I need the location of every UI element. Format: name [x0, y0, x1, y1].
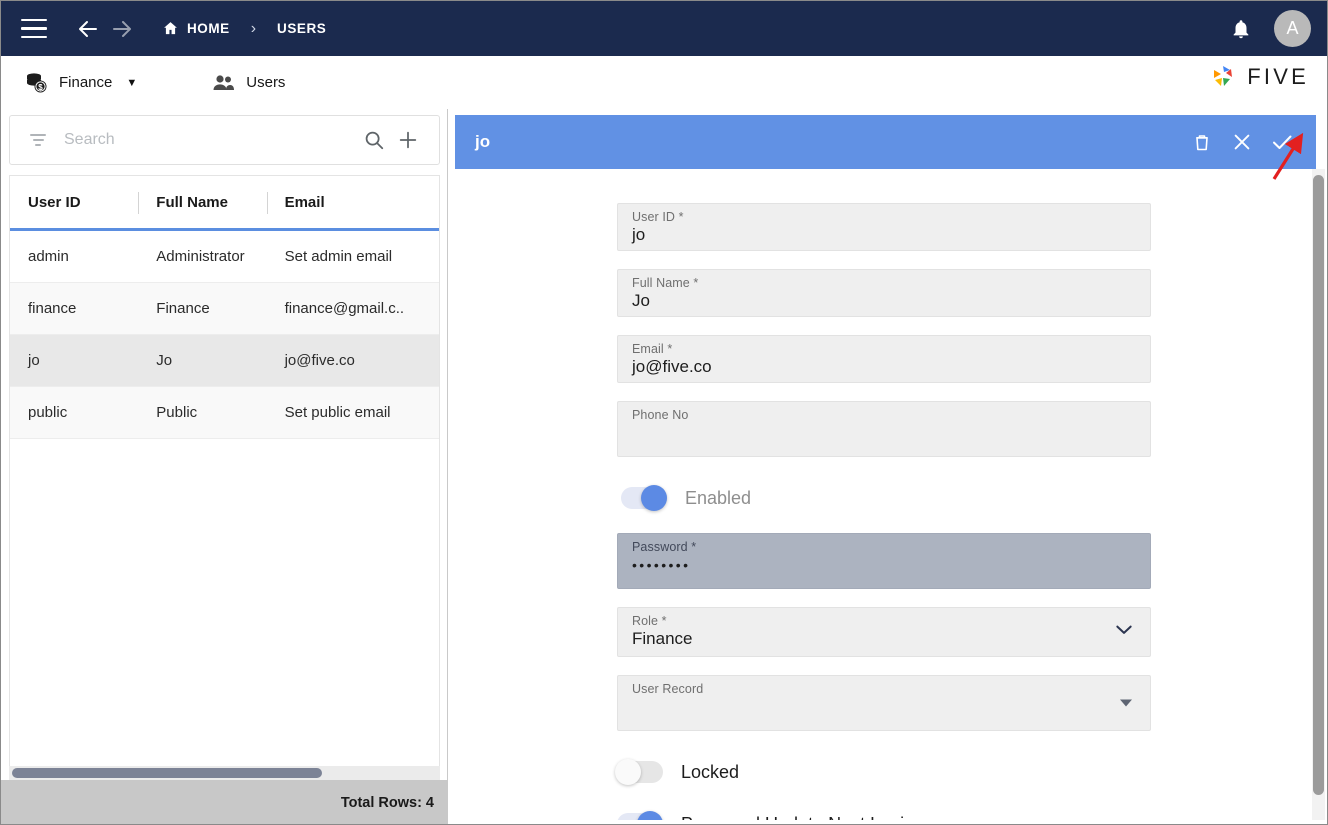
phone-no-field[interactable]: Phone No — [617, 401, 1151, 457]
form-title: jo — [475, 132, 491, 151]
column-header-email[interactable]: Email — [266, 176, 439, 228]
user-id-label: User ID * — [632, 210, 684, 224]
cell-full-name: Administrator — [156, 248, 245, 265]
cell-user-id: admin — [28, 248, 69, 265]
brand-logo: FIVE — [1210, 63, 1309, 91]
user-id-value: jo — [632, 225, 646, 244]
locked-toggle-switch[interactable] — [615, 759, 663, 785]
brand-text: FIVE — [1247, 64, 1309, 89]
cell-full-name: Finance — [156, 300, 210, 317]
avatar-initial: A — [1286, 18, 1299, 38]
back-arrow-icon[interactable] — [71, 12, 105, 46]
triangle-down-icon[interactable] — [1120, 699, 1132, 707]
cell-full-name: Public — [156, 404, 198, 421]
chevron-down-icon[interactable]: ▼ — [126, 77, 137, 89]
breadcrumb-home[interactable]: HOME — [153, 16, 239, 41]
password-label: Password * — [632, 540, 697, 554]
delete-button[interactable] — [1182, 122, 1222, 162]
table-header-row: User ID Full Name Email — [10, 176, 439, 231]
svg-text:$: $ — [38, 83, 43, 92]
cell-email: finance@gmail.c.. — [284, 300, 405, 317]
forward-arrow-icon[interactable] — [105, 12, 139, 46]
cell-full-name: Jo — [156, 352, 173, 369]
filter-icon[interactable] — [28, 134, 48, 146]
user-record-label: User Record — [632, 682, 704, 696]
password-value: •••••••• — [632, 557, 691, 573]
password-update-toggle[interactable]: Password Update Next Login — [617, 811, 1151, 821]
password-update-toggle-switch[interactable] — [617, 811, 663, 820]
chevron-down-icon[interactable] — [1114, 623, 1134, 642]
cell-email: Set admin email — [284, 248, 393, 265]
tab-finance-label: Finance — [59, 74, 113, 91]
home-icon — [162, 20, 179, 37]
search-icon[interactable] — [357, 123, 391, 157]
table-row[interactable]: public Public Set public email — [10, 387, 439, 439]
close-button[interactable] — [1222, 122, 1262, 162]
cell-user-id: finance — [28, 300, 77, 317]
email-field[interactable]: Email * jo@five.co — [617, 335, 1151, 383]
enabled-toggle[interactable]: Enabled — [621, 485, 1151, 511]
coins-dollar-icon: $ — [25, 72, 49, 94]
locked-toggle-label: Locked — [681, 761, 740, 782]
app-window: HOME › USERS A $ Finance ▼ Users FIVE Se… — [0, 0, 1328, 825]
cell-user-id: public — [28, 404, 68, 421]
email-label: Email * — [632, 342, 673, 356]
user-form-panel: jo User ID * jo Full Name * Jo Email * j… — [449, 109, 1327, 824]
phone-no-label: Phone No — [632, 408, 689, 422]
enabled-toggle-label: Enabled — [685, 487, 752, 508]
password-update-toggle-label: Password Update Next Login — [681, 814, 914, 821]
table-row[interactable]: admin Administrator Set admin email — [10, 231, 439, 283]
form-header: jo — [455, 115, 1316, 169]
full-name-value: Jo — [632, 291, 650, 310]
breadcrumb-users-label: USERS — [277, 21, 327, 36]
table-row[interactable]: finance Finance finance@gmail.c.. — [10, 283, 439, 335]
full-name-label: Full Name * — [632, 276, 699, 290]
tab-users-label: Users — [246, 74, 286, 91]
breadcrumb-home-label: HOME — [187, 21, 230, 36]
column-header-user-id[interactable]: User ID — [10, 176, 138, 228]
form-body: User ID * jo Full Name * Jo Email * jo@f… — [455, 169, 1316, 820]
search-bar — [9, 115, 440, 165]
breadcrumb-users[interactable]: USERS — [268, 17, 335, 40]
module-tab-bar: $ Finance ▼ Users — [1, 56, 1327, 109]
save-check-button[interactable] — [1262, 122, 1302, 162]
cell-email: Set public email — [284, 404, 391, 421]
top-navigation-bar: HOME › USERS A — [1, 1, 1327, 56]
role-value: Finance — [632, 629, 693, 648]
people-icon — [211, 73, 236, 93]
horizontal-scrollbar-track[interactable] — [9, 766, 440, 780]
enabled-toggle-switch[interactable] — [621, 485, 667, 511]
tab-finance[interactable]: $ Finance ▼ — [15, 66, 147, 100]
cell-email: jo@five.co — [284, 352, 355, 369]
table-row-selected[interactable]: jo Jo jo@five.co — [10, 335, 439, 387]
email-value: jo@five.co — [632, 357, 712, 376]
cell-user-id: jo — [28, 352, 40, 369]
user-record-field[interactable]: User Record — [617, 675, 1151, 731]
tab-users[interactable]: Users — [201, 67, 295, 99]
horizontal-scrollbar-thumb[interactable] — [12, 768, 322, 778]
table-footer: Total Rows: 4 — [1, 780, 448, 824]
avatar[interactable]: A — [1274, 10, 1311, 47]
password-field[interactable]: Password * •••••••• — [617, 533, 1151, 589]
full-name-field[interactable]: Full Name * Jo — [617, 269, 1151, 317]
breadcrumb-separator: › — [250, 19, 257, 37]
locked-toggle[interactable]: Locked — [615, 759, 1151, 785]
five-logo-icon — [1210, 63, 1240, 91]
user-id-field[interactable]: User ID * jo — [617, 203, 1151, 251]
form-fields: User ID * jo Full Name * Jo Email * jo@f… — [615, 169, 1151, 821]
total-rows-label: Total Rows: 4 — [340, 795, 434, 811]
role-field[interactable]: Role * Finance — [617, 607, 1151, 657]
search-input[interactable] — [64, 131, 357, 149]
column-header-full-name[interactable]: Full Name — [138, 176, 266, 228]
users-list-panel: User ID Full Name Email admin Administra… — [1, 109, 448, 824]
bell-icon[interactable] — [1224, 12, 1258, 46]
users-table: User ID Full Name Email admin Administra… — [9, 175, 440, 824]
vertical-scrollbar-thumb[interactable] — [1313, 175, 1324, 795]
role-label: Role * — [632, 614, 667, 628]
hamburger-menu-icon[interactable] — [21, 18, 47, 39]
plus-icon[interactable] — [391, 123, 425, 157]
